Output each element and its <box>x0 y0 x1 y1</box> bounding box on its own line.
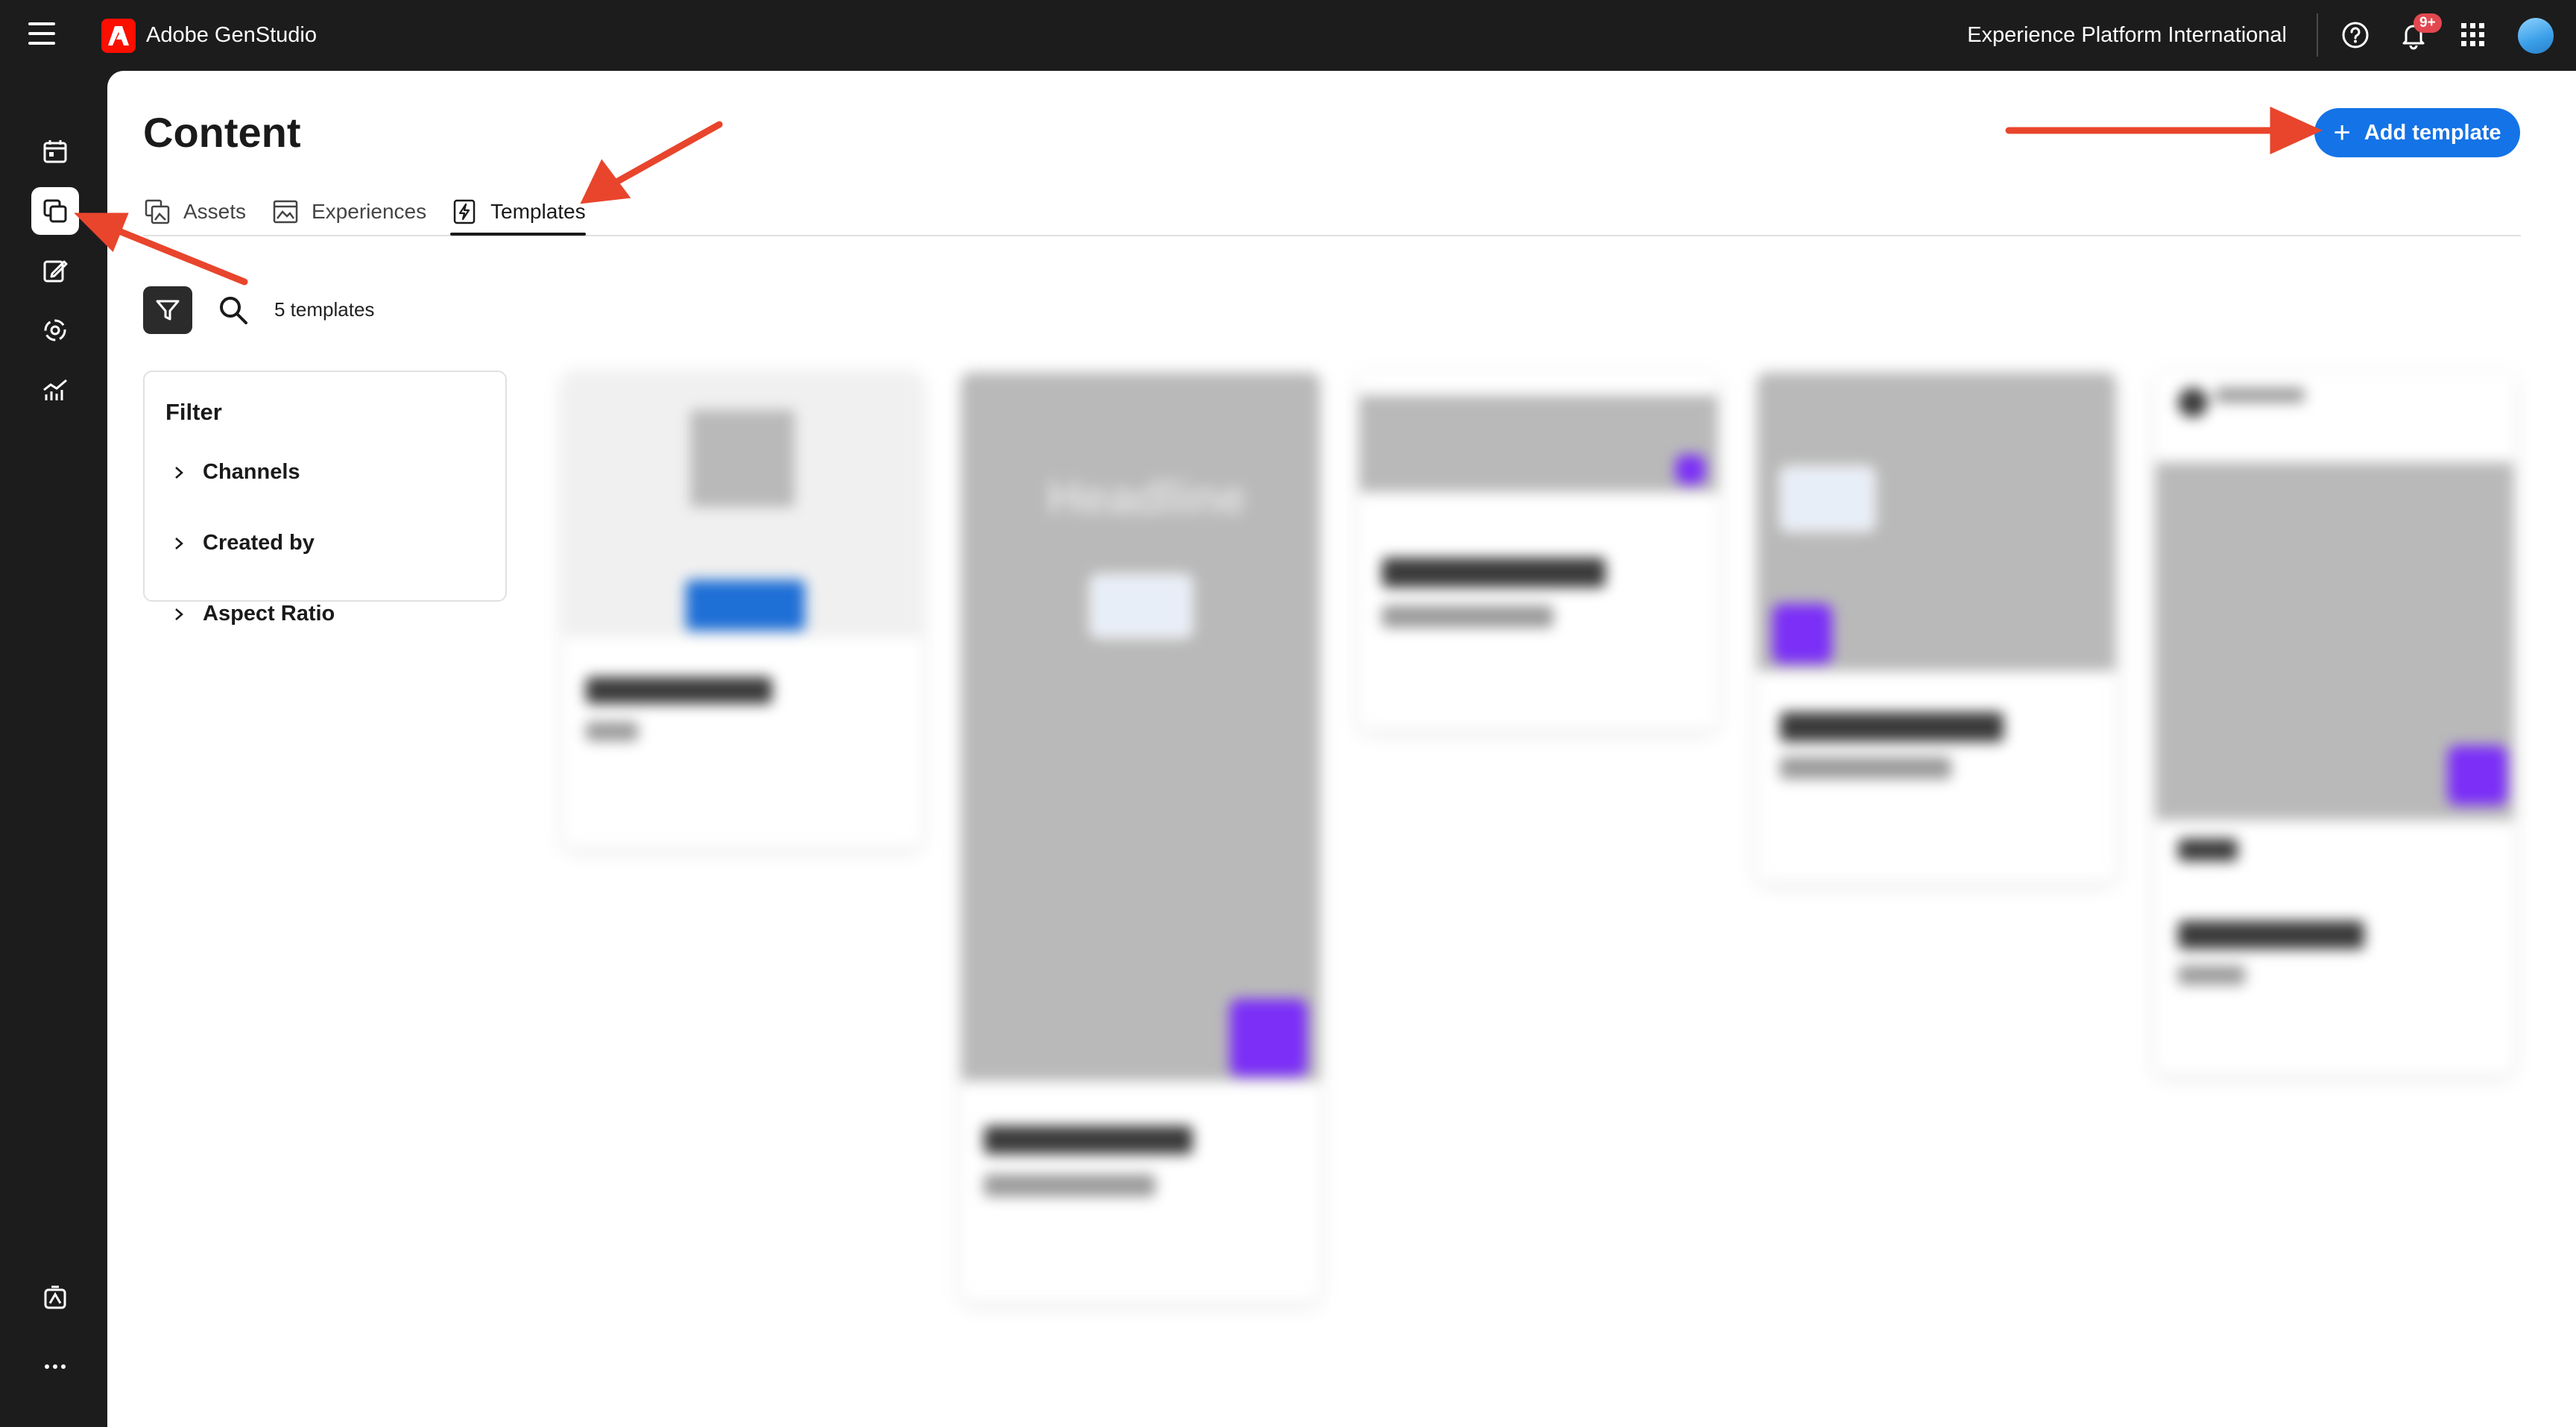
brand-icon <box>44 1285 66 1309</box>
template-card[interactable] <box>564 373 921 847</box>
org-switcher[interactable]: Experience Platform International <box>1967 19 2287 51</box>
rail-create[interactable] <box>31 247 79 294</box>
top-bar: Adobe GenStudio Experience Platform Inte… <box>0 0 2576 71</box>
main-panel: Content + Add template Assets Experience… <box>107 71 2576 1427</box>
blurred-headline: Headline <box>1047 470 1246 524</box>
left-rail <box>0 71 107 1427</box>
template-card[interactable] <box>2156 373 2513 1074</box>
template-card[interactable] <box>1360 373 1717 729</box>
target-icon <box>44 319 66 341</box>
app-title: Adobe GenStudio <box>146 23 317 47</box>
template-card[interactable]: Headline <box>962 373 1319 1302</box>
help-icon[interactable] <box>2339 19 2372 51</box>
notification-badge: 9+ <box>2414 13 2442 33</box>
edit-icon <box>43 260 68 283</box>
more-icon <box>45 1364 66 1369</box>
menu-icon[interactable] <box>28 22 55 45</box>
rail-activate[interactable] <box>31 306 79 354</box>
adobe-logo <box>101 19 136 53</box>
rail-brand[interactable] <box>31 1274 79 1322</box>
template-card[interactable] <box>1758 373 2115 881</box>
rail-insights[interactable] <box>31 366 79 414</box>
calendar-icon <box>43 140 67 163</box>
divider <box>2317 13 2318 57</box>
rail-content[interactable] <box>31 187 79 235</box>
avatar[interactable] <box>2518 18 2554 54</box>
content-icon <box>43 199 67 223</box>
templates-grid: Headline <box>107 71 2576 1427</box>
chart-icon <box>43 379 67 400</box>
rail-more[interactable] <box>31 1343 79 1390</box>
rail-calendar[interactable] <box>31 127 79 175</box>
apps-grid-icon[interactable] <box>2457 19 2490 51</box>
rail-calendar[interactable] <box>31 71 79 119</box>
